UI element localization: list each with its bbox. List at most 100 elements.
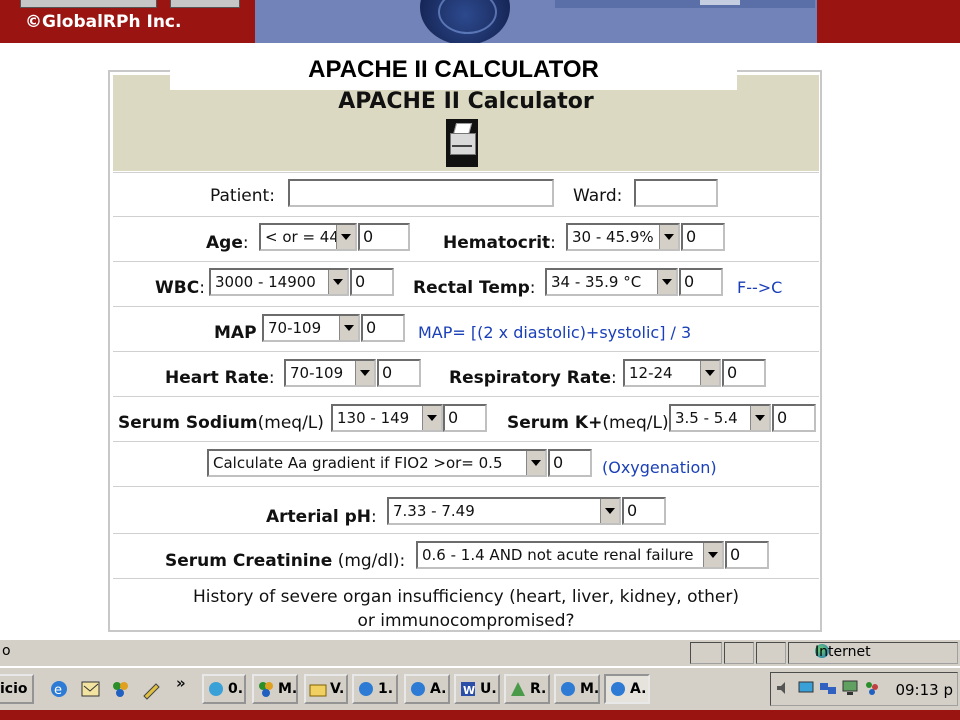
taskbar-button-8-active[interactable]: A. [604,674,650,704]
taskbar-button-4[interactable]: A. [404,674,450,704]
fahrenheit-to-celsius-link[interactable]: F-->C [737,278,782,297]
chevron-down-icon [659,225,678,249]
app-icon [207,680,225,698]
chevron-down-icon [703,543,722,567]
banner-stripe-light [700,0,740,5]
ie-icon [409,680,427,698]
rectal-temp-score[interactable]: 0 [679,268,723,296]
copyright-text: ©GlobalRPh Inc. [25,12,182,32]
bottom-strip [0,710,960,720]
serum-sodium-select[interactable]: 130 - 149 [331,404,443,432]
ie-icon [609,680,627,698]
history-row: History of severe organ insufficiency (h… [113,578,819,630]
serum-creatinine-label: Serum Creatinine (mg/dl): [165,551,406,571]
chevron-down-icon [657,270,676,294]
age-label: Age: [206,233,249,253]
ward-input[interactable] [634,179,718,207]
network-icon[interactable] [797,679,815,697]
status-pane [690,642,722,664]
status-pane [756,642,786,664]
heart-rate-score[interactable]: 0 [377,359,421,387]
printer-icon[interactable] [446,119,478,167]
banner-tab-right[interactable] [170,0,240,8]
hematocrit-select[interactable]: 30 - 45.9% [566,223,680,251]
start-button[interactable]: icio [0,674,34,704]
banner-tab-left[interactable] [20,0,157,8]
electrolytes-row: Serum Sodium(meq/L) 130 - 149 0 Serum K+… [113,396,819,442]
apache-calculator-panel: APACHE II Calculator Patient: Ward: Age:… [108,70,822,632]
chevron-down-icon [600,499,619,523]
serum-sodium-score[interactable]: 0 [443,404,487,432]
word-icon: W [459,680,477,698]
wbc-score[interactable]: 0 [350,268,394,296]
security-zone: Internet [788,642,958,664]
heart-rate-label: Heart Rate: [165,368,275,388]
wbc-row: WBC: 3000 - 14900 0 Rectal Temp: 34 - 35… [113,261,819,307]
system-tray: 09:13 p [770,672,958,706]
map-score[interactable]: 0 [361,314,405,342]
taskbar-button-3[interactable]: 1. [352,674,398,704]
msn-icon[interactable] [110,678,132,700]
serum-potassium-score[interactable]: 0 [772,404,816,432]
windows-taskbar: icio e » 0. M. V. 1. A. W U. R. M. A. 09:… [0,666,960,710]
network-connection-icon[interactable] [819,679,837,697]
status-text: o [2,643,11,659]
respiratory-rate-select[interactable]: 12-24 [623,359,721,387]
chevron-down-icon [526,451,545,475]
map-formula: MAP= [(2 x diastolic)+systolic] / 3 [418,323,692,342]
msn-icon [257,680,275,698]
serum-potassium-select[interactable]: 3.5 - 5.4 [669,404,771,432]
map-label: MAP [214,323,257,343]
aa-gradient-select[interactable]: Calculate Aa gradient if FIO2 >or= 0.5 [207,449,547,477]
clock: 09:13 p [895,681,953,699]
chevron-down-icon [328,270,347,294]
arterial-ph-score[interactable]: 0 [622,497,666,525]
volume-icon[interactable] [775,679,793,697]
age-score[interactable]: 0 [358,223,410,251]
taskbar-button-5[interactable]: W U. [454,674,500,704]
app-icon [509,680,527,698]
map-select[interactable]: 70-109 [262,314,360,342]
arterial-ph-label: Arterial pH: [266,507,377,527]
arterial-ph-select[interactable]: 7.33 - 7.49 [387,497,621,525]
oxygenation-row: Calculate Aa gradient if FIO2 >or= 0.5 0… [113,441,819,487]
slide-title: APACHE II CALCULATOR [170,50,737,90]
respiratory-rate-score[interactable]: 0 [722,359,766,387]
taskbar-button-7[interactable]: M. [554,674,600,704]
patient-row: Patient: Ward: [113,172,819,217]
users-icon[interactable] [863,679,881,697]
site-banner: ©GlobalRPh Inc. [0,0,960,43]
chevron-down-icon [336,225,355,249]
arterial-ph-row: Arterial pH: 7.33 - 7.49 0 [113,486,819,534]
rectal-temp-select[interactable]: 34 - 35.9 °C [545,268,678,296]
ie-icon [559,680,577,698]
quicklaunch-more-chevron[interactable]: » [176,674,186,692]
ward-label: Ward: [573,186,623,206]
tools-icon[interactable] [140,678,162,700]
taskbar-button-2[interactable]: V. [304,674,348,704]
serum-potassium-label: Serum K+(meq/L) [507,413,669,433]
history-question-line1: History of severe organ insufficiency (h… [192,587,740,607]
heart-rate-row: Heart Rate: 70-109 0 Respiratory Rate: 1… [113,351,819,397]
chevron-down-icon [750,406,769,430]
outlook-icon[interactable] [80,678,102,700]
chevron-down-icon [339,316,358,340]
map-row: MAP 70-109 0 MAP= [(2 x diastolic)+systo… [113,306,819,352]
chevron-down-icon [422,406,441,430]
zone-label: Internet [815,644,871,660]
heart-rate-select[interactable]: 70-109 [284,359,376,387]
serum-creatinine-select[interactable]: 0.6 - 1.4 AND not acute renal failure [416,541,724,569]
wbc-select[interactable]: 3000 - 14900 [209,268,349,296]
status-pane [724,642,754,664]
display-icon[interactable] [841,679,859,697]
taskbar-button-1[interactable]: M. [252,674,298,704]
aa-gradient-score[interactable]: 0 [548,449,592,477]
serum-creatinine-score[interactable]: 0 [725,541,769,569]
age-select[interactable]: < or = 44 [259,223,357,251]
taskbar-button-6[interactable]: R. [504,674,550,704]
patient-input[interactable] [288,179,554,207]
hematocrit-score[interactable]: 0 [681,223,725,251]
taskbar-button-0[interactable]: 0. [202,674,246,704]
ie-icon[interactable]: e [48,678,70,700]
respiratory-rate-label: Respiratory Rate: [449,368,617,388]
